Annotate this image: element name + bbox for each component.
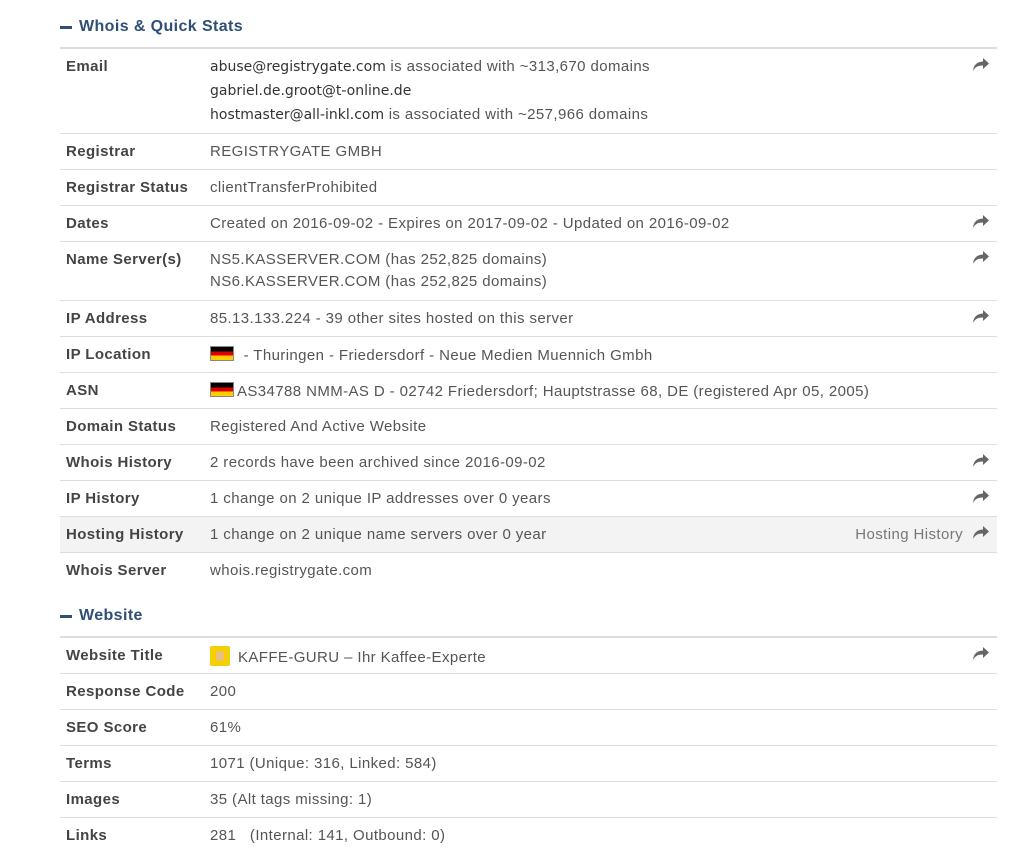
row-name-servers: Name Server(s) NS5.KASSERVER.COM (has 25… xyxy=(60,241,997,300)
row-label: Whois Server xyxy=(66,562,167,579)
share-arrow-icon[interactable] xyxy=(972,250,990,266)
share-arrow-icon[interactable] xyxy=(972,214,990,230)
row-label: Links xyxy=(66,827,108,844)
row-label: Terms xyxy=(66,755,112,772)
row-website-title: Website Title KAFFE-GURU – Ihr Kaffee-Ex… xyxy=(60,636,997,673)
row-value: KAFFE-GURU – Ihr Kaffee-Experte xyxy=(210,638,997,673)
share-arrow-icon[interactable] xyxy=(972,525,990,541)
germany-flag-icon xyxy=(210,346,234,361)
collapse-minus-icon[interactable] xyxy=(60,614,72,618)
row-dates: Dates Created on 2016-09-02 - Expires on… xyxy=(60,205,997,241)
row-response-code: Response Code 200 xyxy=(60,673,997,709)
email-association[interactable]: is associated with ~257,966 domains xyxy=(384,106,648,123)
row-hosting-history[interactable]: Hosting History 1 change on 2 unique nam… xyxy=(60,516,997,552)
row-whois-server: Whois Server whois.registrygate.com xyxy=(60,552,997,588)
row-asn: ASN AS34788 NMM-AS D - 02742 Friedersdor… xyxy=(60,372,997,408)
website-title-text: KAFFE-GURU – Ihr Kaffee-Experte xyxy=(238,649,487,666)
row-value: abuse@registrygate.com is associated wit… xyxy=(210,49,997,133)
row-whois-history: Whois History 2 records have been archiv… xyxy=(60,444,997,480)
germany-flag-icon xyxy=(210,382,234,397)
row-value: 85.13.133.224 - 39 other sites hosted on… xyxy=(210,310,574,327)
website-table: Website Title KAFFE-GURU – Ihr Kaffee-Ex… xyxy=(60,636,997,853)
row-value: 1 change on 2 unique IP addresses over 0… xyxy=(210,490,551,507)
row-value: - Thuringen - Friedersdorf - Neue Medien… xyxy=(210,337,997,372)
row-links: Links 281 (Internal: 141, Outbound: 0) xyxy=(60,817,997,853)
row-value: clientTransferProhibited xyxy=(210,179,378,196)
share-arrow-icon[interactable] xyxy=(972,646,990,662)
section-title-website[interactable]: Website xyxy=(60,607,143,625)
row-value: 61% xyxy=(210,719,242,736)
row-label: SEO Score xyxy=(66,719,148,736)
row-value: 35 (Alt tags missing: 1) xyxy=(210,791,373,808)
row-label: Dates xyxy=(66,215,109,232)
section-title-text: Website xyxy=(79,607,143,624)
row-label: Registrar xyxy=(66,143,136,160)
row-value: REGISTRYGATE GMBH xyxy=(210,143,383,160)
share-arrow-icon[interactable] xyxy=(972,489,990,505)
share-arrow-icon[interactable] xyxy=(972,453,990,469)
section-title-text: Whois & Quick Stats xyxy=(79,18,244,35)
row-registrar: Registrar REGISTRYGATE GMBH xyxy=(60,133,997,169)
row-ip-history: IP History 1 change on 2 unique IP addre… xyxy=(60,480,997,516)
row-label: Response Code xyxy=(66,683,185,700)
share-arrow-icon[interactable] xyxy=(972,309,990,325)
asn-text: AS34788 NMM-AS D - 02742 Friedersdorf; H… xyxy=(237,383,870,400)
row-label: IP Location xyxy=(66,346,151,363)
row-label: Website Title xyxy=(66,647,164,664)
row-value: 281 (Internal: 141, Outbound: 0) xyxy=(210,827,446,844)
ip-location-text: - Thuringen - Friedersdorf - Neue Medien… xyxy=(239,347,653,364)
row-label: IP History xyxy=(66,490,140,507)
row-registrar-status: Registrar Status clientTransferProhibite… xyxy=(60,169,997,205)
row-value: NS5.KASSERVER.COM (has 252,825 domains) … xyxy=(210,242,997,300)
site-favicon-icon xyxy=(210,646,230,666)
name-server: NS6.KASSERVER.COM (has 252,825 domains) xyxy=(210,273,548,290)
row-label: Domain Status xyxy=(66,418,177,435)
row-value: 200 xyxy=(210,683,237,700)
row-label: Name Server(s) xyxy=(66,251,182,268)
share-arrow-icon[interactable] xyxy=(972,57,990,73)
row-terms: Terms 1071 (Unique: 316, Linked: 584) xyxy=(60,745,997,781)
row-label: IP Address xyxy=(66,310,148,327)
row-value: 2 records have been archived since 2016-… xyxy=(210,454,546,471)
whois-table: Email abuse@registrygate.com is associat… xyxy=(60,47,997,588)
row-images: Images 35 (Alt tags missing: 1) xyxy=(60,781,997,817)
row-label: Email xyxy=(66,58,109,75)
row-value: AS34788 NMM-AS D - 02742 Friedersdorf; H… xyxy=(210,373,997,408)
row-label: Hosting History xyxy=(66,526,184,543)
row-email: Email abuse@registrygate.com is associat… xyxy=(60,47,997,133)
email-association[interactable]: is associated with ~313,670 domains xyxy=(386,58,650,75)
row-seo-score: SEO Score 61% xyxy=(60,709,997,745)
row-value: whois.registrygate.com xyxy=(210,562,373,579)
email-address: hostmaster@all-inkl.com xyxy=(210,107,385,123)
row-domain-status: Domain Status Registered And Active Webs… xyxy=(60,408,997,444)
row-ip-location: IP Location - Thuringen - Friedersdorf -… xyxy=(60,336,997,372)
row-label: Images xyxy=(66,791,121,808)
collapse-minus-icon[interactable] xyxy=(60,25,72,29)
row-label: Registrar Status xyxy=(66,179,189,196)
row-value: Created on 2016-09-02 - Expires on 2017-… xyxy=(210,215,730,232)
section-title-whois[interactable]: Whois & Quick Stats xyxy=(60,18,243,36)
row-value: 1071 (Unique: 316, Linked: 584) xyxy=(210,755,437,772)
hosting-history-link[interactable]: Hosting History xyxy=(855,526,963,543)
row-label: ASN xyxy=(66,382,99,399)
row-ip-address: IP Address 85.13.133.224 - 39 other site… xyxy=(60,300,997,336)
row-label: Whois History xyxy=(66,454,173,471)
row-value: Registered And Active Website xyxy=(210,418,427,435)
email-address: abuse@registrygate.com xyxy=(210,59,386,75)
email-address: gabriel.de.groot@t-online.de xyxy=(210,83,412,99)
name-server: NS5.KASSERVER.COM (has 252,825 domains) xyxy=(210,251,548,268)
